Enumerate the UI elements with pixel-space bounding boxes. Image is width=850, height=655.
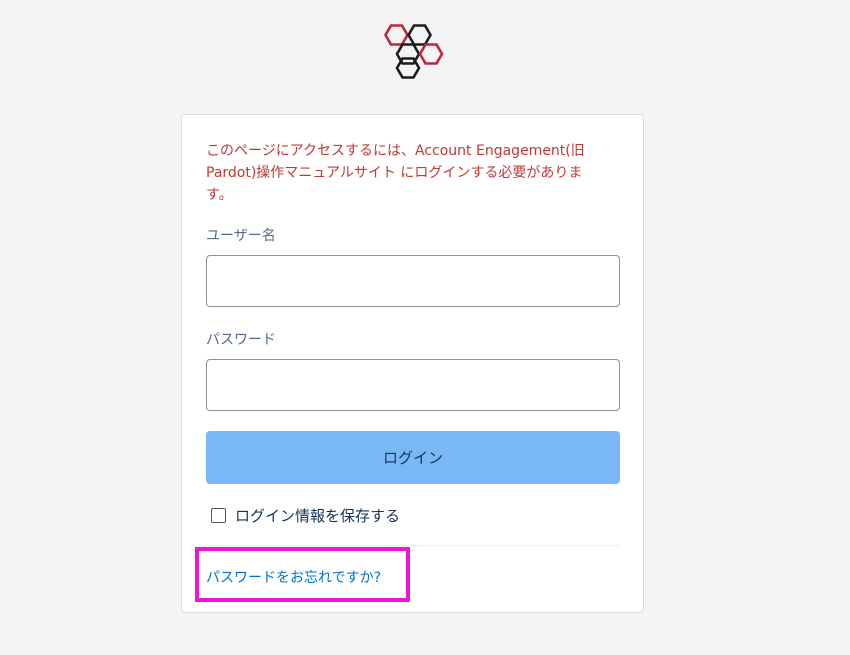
error-message: このページにアクセスするには、Account Engagement(旧Pardo… (206, 143, 585, 203)
login-card: このページにアクセスするには、Account Engagement(旧Pardo… (181, 114, 644, 613)
login-button[interactable]: ログイン (206, 431, 620, 484)
password-input[interactable] (206, 359, 620, 411)
remember-me-row[interactable]: ログイン情報を保存する (211, 505, 400, 526)
divider (206, 545, 620, 546)
remember-me-label: ログイン情報を保存する (235, 507, 401, 525)
forgot-password-link[interactable]: パスワードをお忘れですか? (206, 567, 381, 587)
username-input[interactable] (206, 255, 620, 307)
hexagon-logo-icon (383, 24, 444, 79)
password-label: パスワード (206, 332, 276, 348)
username-label: ユーザー名 (206, 228, 276, 244)
remember-me-checkbox[interactable] (211, 508, 226, 523)
